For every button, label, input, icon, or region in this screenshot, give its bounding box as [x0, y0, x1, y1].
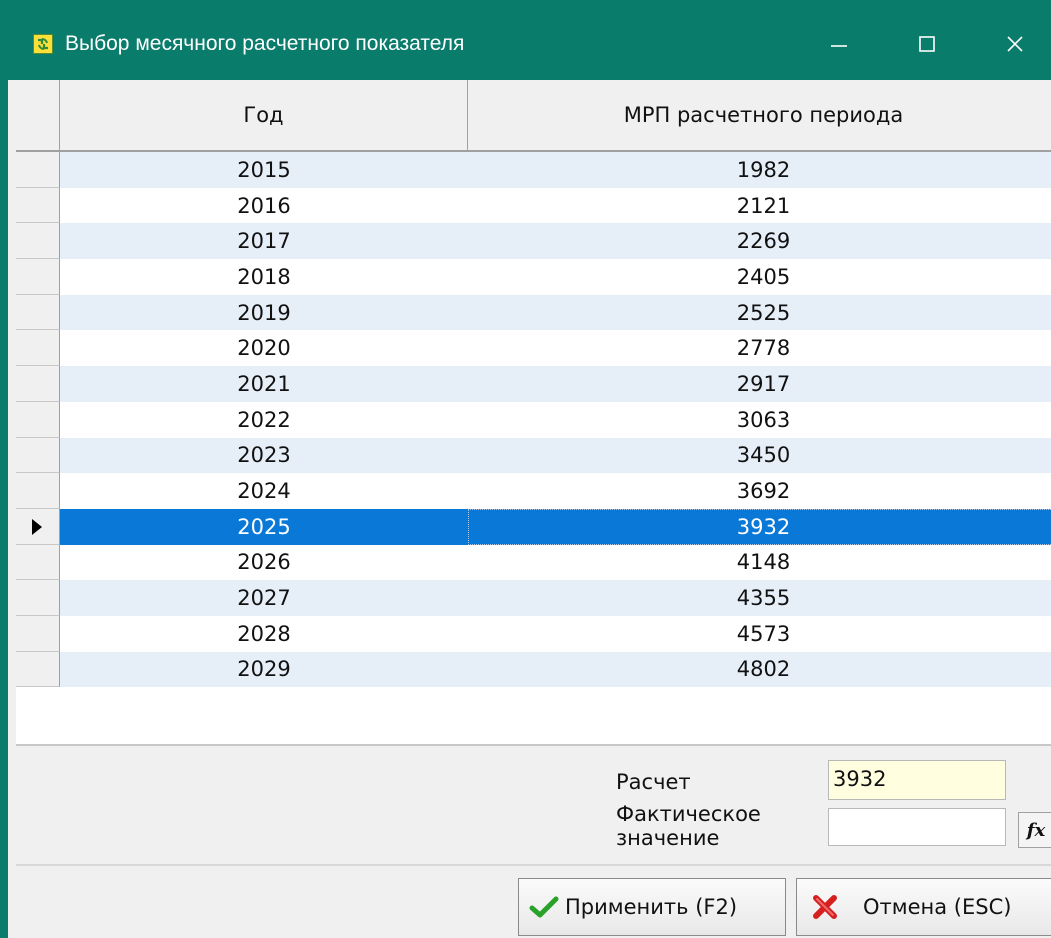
divider [16, 864, 1051, 866]
cell-year[interactable]: 2026 [60, 545, 468, 581]
cell-year[interactable]: 2016 [60, 188, 468, 224]
checkmark-icon [529, 896, 559, 918]
red-x-icon [813, 895, 837, 919]
cell-mrp[interactable]: 3063 [468, 402, 1051, 438]
cell-mrp[interactable]: 4355 [468, 580, 1051, 616]
table-row[interactable]: 2025 3932 [16, 508, 1051, 545]
cell-mrp[interactable]: 2269 [468, 223, 1051, 260]
minimize-icon [831, 45, 847, 47]
grid-header: Год МРП расчетного периода [16, 80, 1051, 152]
row-indicator[interactable] [16, 152, 60, 188]
cell-mrp[interactable]: 3692 [468, 473, 1051, 509]
cell-mrp[interactable]: 4148 [468, 545, 1051, 581]
cell-year[interactable]: 2017 [60, 223, 468, 260]
table-row[interactable]: 2018 2405 [16, 259, 1051, 295]
row-indicator[interactable] [16, 259, 60, 295]
row-indicator[interactable] [16, 294, 60, 331]
cancel-button-label: Отмена (ESC) [863, 895, 1012, 919]
cell-mrp[interactable]: 2778 [468, 330, 1051, 366]
formula-button[interactable]: fx [1018, 812, 1051, 848]
row-indicator[interactable] [16, 187, 60, 224]
cell-year[interactable]: 2029 [60, 651, 468, 688]
title-bar[interactable]: Выбор месячного расчетного показателя [0, 0, 1051, 80]
window-title: Выбор месячного расчетного показателя [65, 32, 465, 55]
cell-mrp[interactable]: 1982 [468, 152, 1051, 188]
header-indicator-cell [16, 80, 60, 150]
cell-year[interactable]: 2028 [60, 616, 468, 652]
table-row[interactable]: 2021 2917 [16, 366, 1051, 402]
table-row[interactable]: 2016 2121 [16, 187, 1051, 224]
grid-rows: 2015 1982 2016 2121 2017 2269 2018 2405 2019 2525… [16, 152, 1051, 688]
cell-mrp[interactable]: 4802 [468, 651, 1051, 688]
maximize-button[interactable] [898, 22, 956, 66]
row-indicator[interactable] [16, 544, 60, 581]
cell-year[interactable]: 2021 [60, 366, 468, 402]
apply-button-label: Применить (F2) [565, 895, 738, 919]
table-row[interactable]: 2015 1982 [16, 152, 1051, 188]
maximize-icon [919, 36, 935, 52]
fx-icon: fx [1026, 819, 1046, 841]
cell-mrp[interactable]: 3932 [468, 508, 1051, 545]
divider [16, 744, 1051, 746]
column-header-mrp[interactable]: МРП расчетного периода [468, 80, 1051, 150]
dialog-window: Выбор месячного расчетного показателя Го… [0, 0, 1051, 938]
cell-mrp[interactable]: 3450 [468, 437, 1051, 474]
row-indicator[interactable] [16, 437, 60, 474]
cell-year[interactable]: 2024 [60, 473, 468, 509]
cell-year[interactable]: 2027 [60, 580, 468, 616]
minimize-button[interactable] [810, 22, 868, 66]
cell-year[interactable]: 2020 [60, 330, 468, 366]
close-icon [1007, 36, 1023, 52]
row-indicator[interactable] [16, 330, 60, 367]
table-row[interactable]: 2022 3063 [16, 401, 1051, 438]
raschet-label: Расчет [616, 770, 691, 794]
cell-mrp[interactable]: 4573 [468, 616, 1051, 652]
row-indicator[interactable] [16, 508, 60, 545]
table-row[interactable]: 2026 4148 [16, 544, 1051, 581]
cell-year[interactable]: 2015 [60, 152, 468, 188]
raschet-field[interactable]: 3932 [828, 760, 1006, 800]
cell-year[interactable]: 2023 [60, 437, 468, 474]
cell-year[interactable]: 2025 [60, 508, 468, 545]
row-indicator[interactable] [16, 473, 60, 509]
table-row[interactable]: 2020 2778 [16, 330, 1051, 367]
column-header-year[interactable]: Год [60, 80, 468, 150]
app-icon[interactable] [33, 34, 53, 54]
cell-mrp[interactable]: 2405 [468, 259, 1051, 295]
row-indicator[interactable] [16, 651, 60, 688]
table-row[interactable]: 2027 4355 [16, 580, 1051, 616]
cancel-button[interactable]: Отмена (ESC) [796, 878, 1051, 936]
table-row[interactable]: 2024 3692 [16, 473, 1051, 509]
row-indicator[interactable] [16, 580, 60, 616]
table-row[interactable]: 2028 4573 [16, 615, 1051, 652]
row-indicator[interactable] [16, 366, 60, 402]
cell-mrp[interactable]: 2525 [468, 294, 1051, 331]
table-row[interactable]: 2019 2525 [16, 294, 1051, 331]
close-button[interactable] [986, 22, 1044, 66]
mrp-grid[interactable]: Год МРП расчетного периода 2015 1982 2016 2… [16, 80, 1051, 744]
row-indicator[interactable] [16, 615, 60, 652]
cell-year[interactable]: 2019 [60, 294, 468, 331]
cell-mrp[interactable]: 2917 [468, 366, 1051, 402]
table-row[interactable]: 2029 4802 [16, 651, 1051, 688]
row-indicator[interactable] [16, 401, 60, 438]
row-indicator[interactable] [16, 223, 60, 260]
apply-button[interactable]: Применить (F2) [518, 878, 786, 936]
cell-mrp[interactable]: 2121 [468, 188, 1051, 224]
fact-value-label: Фактическое значение [616, 802, 761, 850]
cell-year[interactable]: 2018 [60, 259, 468, 295]
row-pointer-icon [32, 518, 42, 535]
fact-value-input[interactable] [828, 808, 1006, 846]
cell-year[interactable]: 2022 [60, 402, 468, 438]
table-row[interactable]: 2023 3450 [16, 437, 1051, 474]
table-row[interactable]: 2017 2269 [16, 223, 1051, 260]
